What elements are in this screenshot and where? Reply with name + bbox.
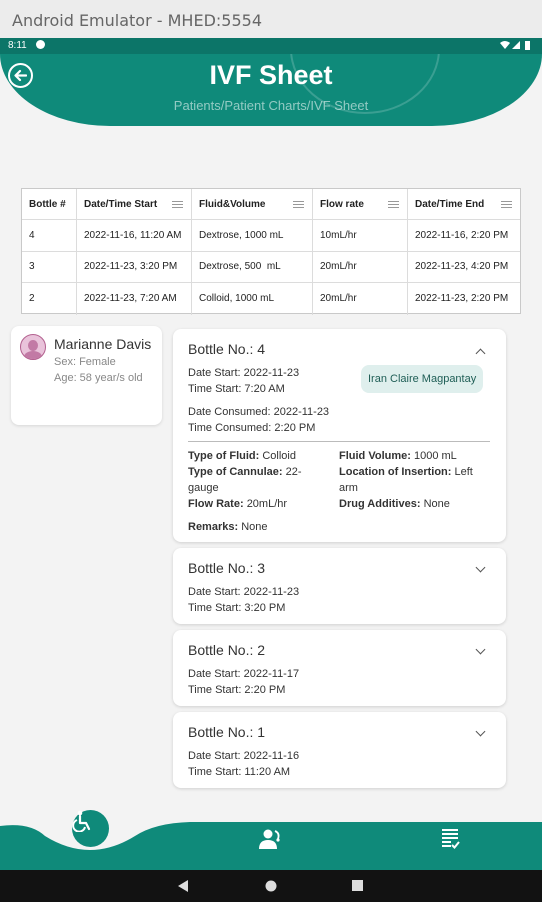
bottle-card-4[interactable]: Bottle No.: 4 Date Start: 2022-11-23 Tim… [173,329,506,542]
status-time: 8:11 [8,40,27,51]
bottle-title: Bottle No.: 2 [188,642,266,658]
time-consumed: Time Consumed: 2:20 PM [188,422,316,434]
emulator-title: Android Emulator - MHED:5554 [12,11,262,30]
column-header[interactable]: Date/Time End [408,189,520,219]
table-row[interactable]: 3 2022-11-23, 3:20 PM Dextrose, 500 mL 2… [22,251,520,283]
bottle-title: Bottle No.: 3 [188,560,266,576]
date-start: Date Start: 2022-11-23 [188,367,300,379]
flow-rate: Flow Rate: 20mL/hr [188,498,288,510]
column-header[interactable]: Bottle # [22,189,77,219]
type-of-fluid: Type of Fluid: Colloid [188,450,296,462]
table-cell: Colloid, 1000 mL [192,283,313,315]
wifi-signal-battery-icon [500,41,530,50]
divider [188,441,490,442]
table-cell: 10mL/hr [313,220,408,251]
wheelchair-icon[interactable] [72,810,109,847]
system-navigation-bar [0,870,542,902]
remarks: Remarks: None [188,521,268,533]
table-cell: 4 [22,220,77,251]
home-circle-icon[interactable] [265,880,277,892]
chevron-down-icon[interactable] [475,726,486,737]
table-cell: 2022-11-23, 2:20 PM [415,293,509,305]
patient-name: Marianne Davis [54,336,152,352]
bottle-card-1[interactable]: Bottle No.: 1 Date Start: 2022-11-16 Tim… [173,712,506,788]
page-header: IVF Sheet Patients/Patient Charts/IVF Sh… [0,54,542,126]
back-triangle-icon[interactable] [178,880,189,892]
emulator-title-bar: Android Emulator - MHED:5554 [0,0,542,38]
date-start: Date Start: 2022-11-23 [188,586,300,598]
bottle-card-3[interactable]: Bottle No.: 3 Date Start: 2022-11-23 Tim… [173,548,506,624]
status-bar: 8:11 [0,38,542,54]
table-cell: 2 [22,283,77,315]
table-cell: Dextrose, 1000 mL [192,220,313,251]
location-of-insertion: Location of Insertion: Left arm [339,466,473,494]
table-cell: 20mL/hr [313,283,408,315]
column-header[interactable]: Flow rate [313,189,408,219]
table-header-row: Bottle # Date/Time Start Fluid&Volume Fl… [22,189,520,220]
table-cell: 2022-11-23, 7:20 AM [77,283,192,315]
table-cell: 2022-11-16, 11:20 AM [77,220,192,251]
drug-additives: Drug Additives: None [339,498,450,510]
bottle-title: Bottle No.: 1 [188,724,266,740]
patient-sex: Sex: Female [54,356,116,368]
bottle-title: Bottle No.: 4 [188,341,266,357]
table-cell: 2022-11-16, 2:20 PM [415,229,509,241]
column-header[interactable]: Date/Time Start [77,189,192,219]
column-menu-icon[interactable] [388,201,399,208]
bottle-card-2[interactable]: Bottle No.: 2 Date Start: 2022-11-17 Tim… [173,630,506,706]
patient-age: Age: 58 year/s old [54,372,143,384]
chevron-down-icon[interactable] [475,562,486,573]
table-cell: 3 [22,251,77,282]
column-menu-icon[interactable] [293,201,304,208]
table-cell: 2022-11-23, 4:20 PM [415,261,509,273]
nurse-chip: Iran Claire Magpantay [361,365,484,393]
recents-square-icon[interactable] [352,880,363,891]
table-row[interactable]: 2 2022-11-23, 7:20 AM Colloid, 1000 mL 2… [22,283,520,315]
table-cell: 2022-11-23, 3:20 PM [77,251,192,282]
table-row[interactable]: 4 2022-11-16, 11:20 AM Dextrose, 1000 mL… [22,220,520,252]
time-start: Time Start: 3:20 PM [188,602,286,614]
notification-icon [35,40,45,49]
signal-battery-icons [500,40,534,53]
time-start: Time Start: 2:20 PM [188,684,286,696]
column-menu-icon[interactable] [501,201,512,208]
column-menu-icon[interactable] [172,201,183,208]
patient-card: Marianne Davis Sex: Female Age: 58 year/… [11,326,162,425]
ivf-table: Bottle # Date/Time Start Fluid&Volume Fl… [21,188,521,315]
chevron-down-icon[interactable] [475,644,486,655]
table-cell: 20mL/hr [313,251,408,282]
date-consumed: Date Consumed: 2022-11-23 [188,406,330,418]
type-of-cannulae: Type of Cannulae: 22-gauge [188,466,302,494]
table-cell: Dextrose, 500 mL [192,251,313,282]
page-title: IVF Sheet [209,60,333,90]
column-header[interactable]: Fluid&Volume [192,189,313,219]
avatar [20,334,46,360]
chevron-up-icon[interactable] [475,348,486,359]
date-start: Date Start: 2022-11-16 [188,750,300,762]
time-start: Time Start: 11:20 AM [188,766,291,778]
breadcrumb: Patients/Patient Charts/IVF Sheet [173,98,369,113]
fluid-volume: Fluid Volume: 1000 mL [339,450,457,462]
date-start: Date Start: 2022-11-17 [188,668,300,680]
bottom-navigation [0,810,542,870]
time-start: Time Start: 7:20 AM [188,383,285,395]
